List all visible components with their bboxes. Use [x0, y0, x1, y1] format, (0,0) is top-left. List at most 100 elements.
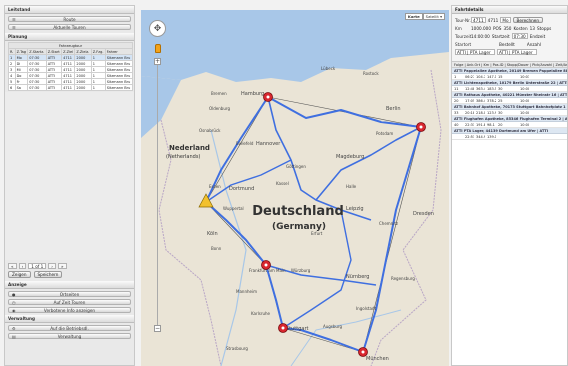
stop-cell — [496, 134, 507, 139]
stops-label: Stopps — [536, 25, 552, 31]
stop-cell: 386.4 — [476, 99, 485, 103]
stop-cell: 17:05 — [465, 99, 474, 103]
stop-cell: 20:18 — [465, 111, 474, 115]
pan-control-icon[interactable]: ✥ — [149, 20, 166, 37]
map-label: Leipzig — [346, 206, 364, 212]
stop-cell: 11 — [454, 87, 459, 91]
zoom-control: + − — [154, 58, 161, 332]
stop-marker-icon[interactable] — [358, 347, 368, 357]
stop-cell — [507, 134, 518, 139]
km-value: 1000.000 — [471, 25, 491, 31]
first-page-button[interactable]: « — [8, 262, 17, 269]
timed-tours-label: Auf Zeit Touren — [53, 300, 86, 305]
operations-button[interactable]: ⚙ Auf die Betriebsdl. — [8, 325, 131, 331]
tour-number-field[interactable]: 4711 — [471, 17, 486, 23]
map-label: Göttingen — [286, 164, 306, 169]
map-label: Hamburg — [241, 91, 264, 97]
map-label: Deutschland — [252, 204, 344, 219]
map-label: Osnabrück — [199, 128, 221, 133]
map-type-karte[interactable]: Karte — [404, 13, 423, 20]
show-button[interactable]: Zeigen — [8, 271, 31, 278]
section-leitstand-header[interactable]: Leitstand — [5, 6, 134, 14]
route-map[interactable]: Deutschland (Germany) Nederland (Netherland… — [141, 10, 449, 366]
operations-label: Auf die Betriebsdl. — [50, 326, 89, 331]
administration-label: Verwaltung — [57, 334, 82, 339]
stop-cell — [507, 74, 518, 79]
stop-cell: 10:03 — [520, 75, 529, 79]
table-cell: Sitzmann Bru — [104, 84, 134, 91]
zoom-out-button[interactable]: − — [154, 325, 161, 332]
start-time-field[interactable]: 07:30 — [511, 33, 528, 39]
administration-button[interactable]: ▤ Verwaltung — [8, 333, 131, 339]
tour-time-label: Tourzeit — [455, 33, 472, 39]
calculate-button[interactable]: Berechnen — [512, 17, 544, 23]
page-indicator: 1 of 1 — [28, 262, 47, 269]
table-row[interactable]: 6 Sa 07:30 ATTI 4711 2000 1 Sitzmann Bru — [8, 84, 134, 91]
map-type-satellit[interactable]: Satellit ▾ — [422, 13, 445, 20]
last-page-button[interactable]: » — [57, 262, 67, 269]
ordered-label: Bestellt — [499, 41, 515, 47]
zoom-slider[interactable] — [157, 65, 158, 325]
stop-row[interactable]: 22:51344.9139.1 — [452, 134, 567, 140]
section-verwaltung-header[interactable]: Verwaltung — [5, 315, 134, 323]
stop-cell: 20 — [454, 99, 459, 103]
map-label: Mannheim — [236, 289, 257, 294]
stop-cell — [507, 86, 518, 91]
start-time-label: Startzeit — [491, 33, 510, 39]
map-label: Ingolstadt — [356, 306, 376, 311]
map-label: Dortmund — [229, 186, 254, 192]
section-planung-header[interactable]: Planung — [5, 33, 134, 41]
route-button-label: Route — [63, 17, 76, 22]
stop-marker-icon[interactable] — [261, 260, 271, 270]
map-label: (Netherlands) — [166, 154, 200, 160]
locations-button[interactable]: ● Ortseiten — [8, 291, 131, 297]
forbidden-info-button[interactable]: ◉ Verbotene Info anzeigen — [8, 307, 131, 313]
stop-cell — [507, 98, 518, 103]
stop-list: Folge | Ank.Ort | Km | Pos.ID | Stopp/Da… — [452, 62, 567, 140]
map-label: Lübeck — [321, 66, 336, 71]
next-page-button[interactable]: › — [48, 262, 56, 269]
stop-marker-icon[interactable] — [278, 323, 288, 333]
map-label: Berlin — [386, 106, 401, 112]
map-label: Oldenburg — [209, 106, 230, 111]
timed-tours-button[interactable]: ◷ Auf Zeit Touren — [8, 299, 131, 305]
stop-cell: 104.7 — [476, 75, 485, 79]
table-cell: 1 — [90, 84, 106, 91]
stop-cell: 98.1 — [487, 123, 495, 127]
stop-marker-icon[interactable] — [416, 122, 426, 132]
stop-cell: 10:00 — [520, 87, 529, 91]
tag-field[interactable]: Mo — [500, 17, 511, 23]
plan-table-empty-area — [5, 92, 134, 260]
stop-cell: 22:31 — [465, 123, 474, 127]
cost-value: 13 — [529, 25, 535, 31]
stop-cell: 20 — [498, 123, 503, 127]
table-cell: 2000 — [74, 84, 92, 91]
destination-select[interactable]: ATTI | PTA Lager — [455, 49, 495, 55]
map-label: München — [366, 356, 389, 362]
stop-cell: 10:00 — [520, 99, 529, 103]
map-label: Köln — [207, 231, 218, 237]
prev-page-button[interactable]: ‹ — [18, 262, 27, 269]
tour-details-panel: Fahrtdetails Tour-Nr. 4711 4711 Mo Berec… — [451, 5, 568, 366]
zoom-in-button[interactable]: + — [154, 58, 161, 65]
stop-cell: 33 — [454, 111, 459, 115]
map-label: Chemnitz — [379, 221, 398, 226]
map-label: Magdeburg — [336, 154, 364, 160]
start-select[interactable]: ATTI | PTA Lager — [497, 49, 537, 55]
eye-icon: ◉ — [12, 308, 16, 313]
section-anzeige-header[interactable]: Anzeige — [5, 281, 134, 289]
map-label: Regensburg — [391, 276, 415, 281]
stop-marker-icon[interactable] — [263, 92, 273, 102]
stop-cell: 344.9 — [476, 135, 485, 139]
map-label: Bremen — [211, 91, 227, 96]
save-button[interactable]: Speichern — [33, 271, 63, 278]
stop-cell: 218.0 — [476, 111, 485, 115]
stop-cell: 30 — [498, 87, 503, 91]
map-label: Dresden — [413, 211, 434, 217]
stop-cell: 30 — [498, 111, 503, 115]
stop-cell: 10:00 — [520, 123, 529, 127]
street-view-pegman-icon[interactable] — [155, 44, 161, 53]
plan-actions: Zeigen Speichern — [8, 271, 131, 278]
current-tours-button[interactable]: ☰ Aktuelle Touren — [8, 24, 131, 30]
route-button[interactable]: ☰ Route — [8, 16, 131, 22]
